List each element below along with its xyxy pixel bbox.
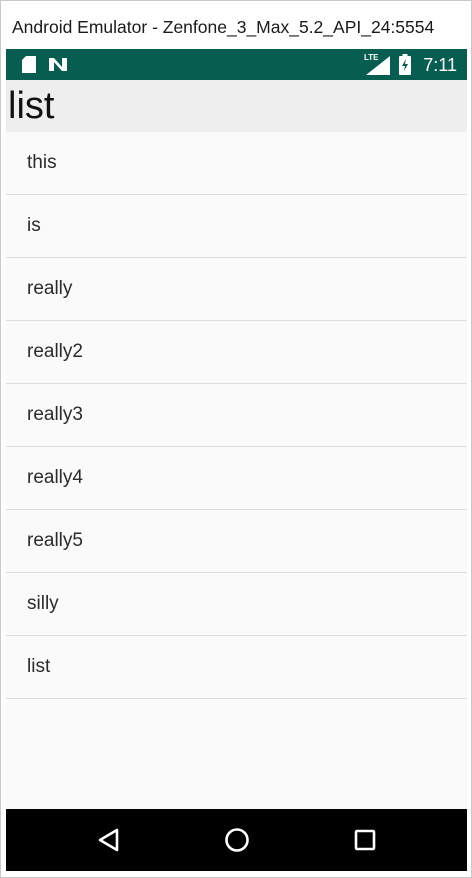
recents-icon[interactable]: [348, 823, 382, 857]
list-item[interactable]: list: [6, 636, 467, 699]
status-bar: LTE 7:11: [6, 49, 467, 80]
notification-n-icon: [49, 58, 67, 71]
list-item-label: silly: [27, 593, 59, 614]
list-item[interactable]: really3: [6, 384, 467, 447]
item-list: this is really really2 really3 really4 r…: [6, 132, 467, 699]
page-title: list: [8, 85, 55, 127]
list-item-label: really4: [27, 467, 83, 488]
list-item[interactable]: really5: [6, 510, 467, 573]
phone-screen: LTE 7:11 list this is really really2 rea…: [6, 49, 467, 871]
list-item-label: this: [27, 152, 57, 173]
list-item-label: really2: [27, 341, 83, 362]
list-item[interactable]: really2: [6, 321, 467, 384]
app-bar: list: [6, 80, 467, 132]
list-item-label: really: [27, 278, 73, 299]
list-item[interactable]: silly: [6, 573, 467, 636]
list-item[interactable]: this: [6, 132, 467, 195]
navigation-bar: [6, 809, 467, 871]
list-item-label: is: [27, 215, 41, 236]
list-item-label: really3: [27, 404, 83, 425]
list-item[interactable]: really4: [6, 447, 467, 510]
window-titlebar[interactable]: Android Emulator - Zenfone_3_Max_5.2_API…: [1, 1, 471, 49]
list-item[interactable]: is: [6, 195, 467, 258]
list-item-label: really5: [27, 530, 83, 551]
emulator-window: Android Emulator - Zenfone_3_Max_5.2_API…: [0, 0, 472, 878]
sd-card-icon: [22, 56, 36, 73]
list-item-label: list: [27, 656, 51, 677]
status-time: 7:11: [423, 55, 457, 75]
home-icon[interactable]: [220, 823, 254, 857]
back-icon[interactable]: [92, 823, 126, 857]
lte-signal-icon: LTE: [364, 53, 390, 75]
window-title: Android Emulator - Zenfone_3_Max_5.2_API…: [12, 17, 435, 37]
battery-icon: [399, 54, 411, 75]
list-item[interactable]: really: [6, 258, 467, 321]
